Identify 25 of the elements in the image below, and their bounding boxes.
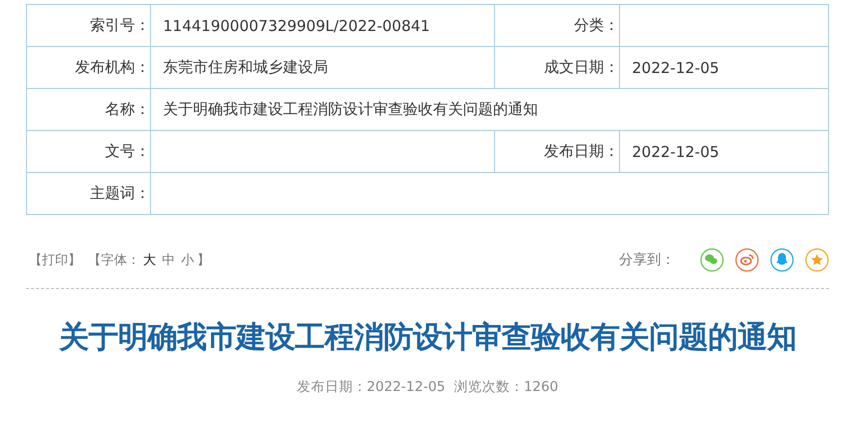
field-value: 2022-12-05 bbox=[632, 58, 720, 76]
field-label: 主题词： bbox=[90, 184, 150, 202]
field-value: 关于明确我市建设工程消防设计审查验收有关问题的通知 bbox=[163, 100, 538, 118]
field-label: 发布机构： bbox=[75, 58, 150, 76]
font-size-link[interactable]: 大 bbox=[140, 251, 159, 269]
font-size-link[interactable]: 中 bbox=[159, 251, 178, 269]
field-value: 东莞市住房和城乡建设局 bbox=[163, 58, 328, 76]
wechat-icon[interactable] bbox=[700, 248, 724, 272]
field-value: 11441900007329909L/2022-00841 bbox=[163, 16, 430, 34]
field-value: 2022-12-05 bbox=[632, 142, 720, 160]
field-label: 文号： bbox=[105, 142, 150, 160]
article-title: 关于明确我市建设工程消防设计审查验收有关问题的通知 bbox=[58, 319, 798, 357]
field-label: 发布日期： bbox=[544, 142, 619, 160]
share-label: 分享到： bbox=[619, 251, 675, 269]
bracket-text: 】 bbox=[197, 252, 210, 269]
qq-icon[interactable] bbox=[770, 248, 794, 272]
font-size-link[interactable]: 小 bbox=[178, 251, 197, 269]
field-label: 成文日期： bbox=[544, 58, 619, 76]
field-label: 索引号： bbox=[90, 16, 150, 34]
field-label: 分类： bbox=[574, 16, 619, 34]
print-link[interactable]: 【打印】 bbox=[26, 251, 84, 269]
weibo-icon[interactable] bbox=[735, 248, 759, 272]
article-meta: 发布日期：2022-12-05 浏览次数：1260 bbox=[296, 378, 560, 396]
font-size-label: 【字体： bbox=[88, 252, 140, 269]
field-label: 名称： bbox=[105, 100, 150, 118]
